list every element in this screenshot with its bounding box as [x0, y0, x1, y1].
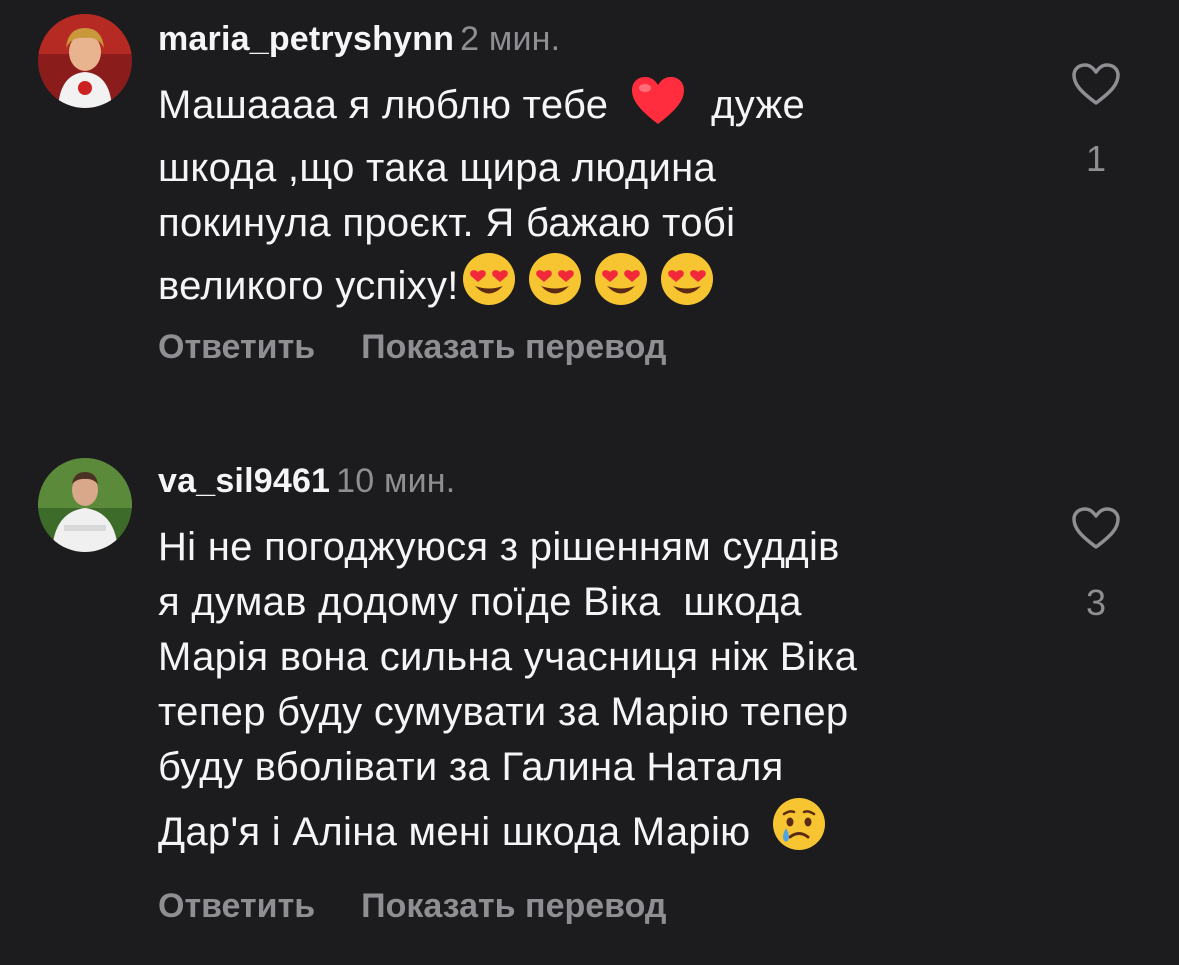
like-button[interactable]	[1068, 506, 1124, 555]
username[interactable]: maria_petryshynn 2 мин.	[158, 20, 560, 59]
like-count: 1	[1085, 138, 1107, 179]
comment-line: шкода ,що така щира людина	[158, 146, 717, 190]
heart-outline-icon	[1072, 63, 1120, 105]
comment-line: Машаааа я люблю тебе дуже	[158, 76, 1038, 141]
username-text[interactable]: va_sil9461	[158, 462, 330, 500]
comment-text: Машаааа я люблю тебе дуже шкода ,що така…	[158, 76, 1038, 322]
comment-actions: Ответить Показать перевод	[158, 328, 667, 367]
heart-outline-icon	[1072, 507, 1120, 549]
reply-button[interactable]: Ответить	[158, 328, 315, 366]
show-translation-button[interactable]: Показать перевод	[361, 887, 666, 925]
heart-eyes-emoji-icon	[591, 251, 651, 322]
like-count: 3	[1085, 582, 1107, 623]
reply-button[interactable]: Ответить	[158, 887, 315, 925]
comment-line: Ні не погоджуюся з рішенням суддів	[158, 525, 840, 569]
comment-line: Марія вона сильна учасниця ніж Віка	[158, 635, 858, 679]
like-button[interactable]	[1068, 62, 1124, 111]
comment-actions: Ответить Показать перевод	[158, 887, 667, 926]
comment-line-text: великого успіху!	[158, 264, 459, 308]
username[interactable]: va_sil9461 10 мин.	[158, 462, 455, 501]
comment-line: я думав додому поїде Віка шкода	[158, 580, 802, 624]
comment-line: покинула проєкт. Я бажаю тобі	[158, 201, 736, 245]
comment-line-text: дуже	[711, 83, 806, 127]
comment-line-text: Дар'я і Аліна мені шкода Марію	[158, 810, 751, 854]
heart-eyes-emoji-icon	[657, 251, 717, 322]
heart-eyes-emoji-icon	[525, 251, 585, 322]
timestamp: 10 мин.	[336, 462, 456, 500]
crying-face-icon	[770, 795, 828, 868]
comment-line-text: Машаааа я люблю тебе	[158, 83, 609, 127]
comment-line: великого успіху!	[158, 251, 1038, 322]
show-translation-button[interactable]: Показать перевод	[361, 328, 666, 366]
comment-text: Ні не погоджуюся з рішенням суддів я дум…	[158, 520, 1038, 868]
username-text[interactable]: maria_petryshynn	[158, 20, 454, 58]
red-heart-icon	[630, 76, 686, 141]
comment-line: Дар'я і Аліна мені шкода Марію	[158, 795, 1038, 868]
heart-eyes-emoji-icon	[459, 251, 519, 322]
timestamp: 2 мин.	[460, 20, 561, 58]
avatar[interactable]	[38, 14, 132, 108]
avatar[interactable]	[38, 458, 132, 552]
comment-line: буду вболівати за Галина Наталя	[158, 745, 784, 789]
comment-line: тепер буду сумувати за Марію тепер	[158, 690, 849, 734]
